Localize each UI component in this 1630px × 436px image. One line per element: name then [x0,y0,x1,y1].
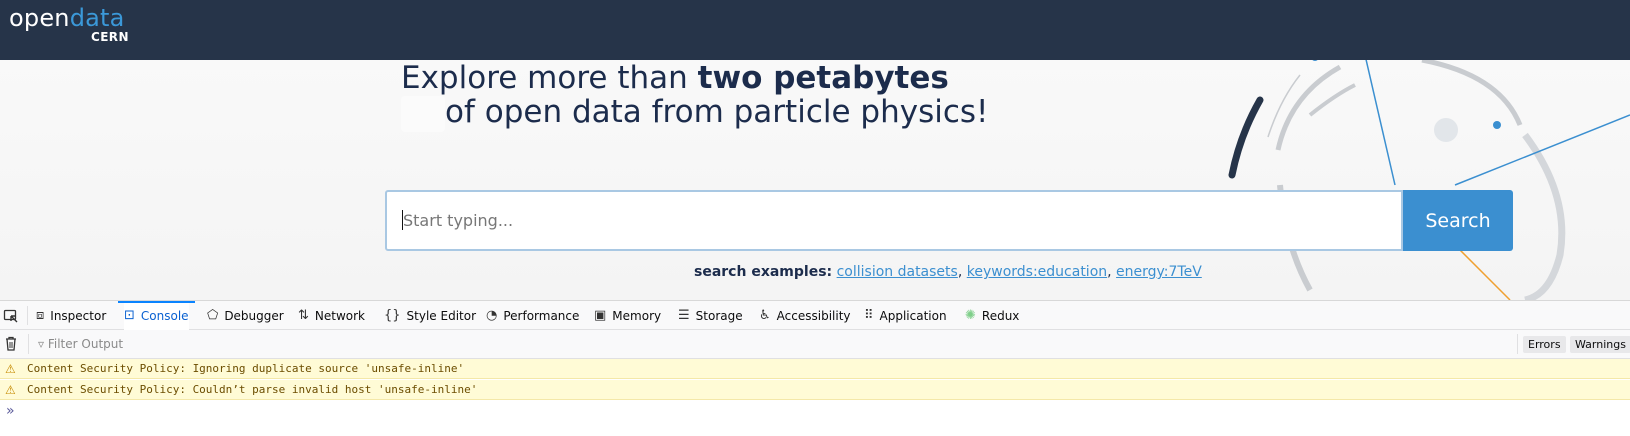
opendata-logo[interactable]: opendata CERN [9,4,128,44]
tab-memory[interactable]: ▣ Memory [594,301,661,330]
filter-icon: ▿ [38,337,45,351]
warning-icon: ⚠ [5,362,16,376]
logo-sub-cern: CERN [91,30,129,44]
tab-network[interactable]: ⇅ Network [298,301,365,330]
hero-heading-line1: Explore more than two petabytes [401,60,949,96]
performance-icon: ◔ [486,308,498,323]
site-header: opendata CERN [0,0,1630,60]
logo-word-open: open [9,4,70,32]
toolbar-divider [1517,334,1518,354]
hero-chip [401,96,445,132]
tab-label: Storage [695,308,743,323]
text-caret [402,210,403,230]
tab-divider [27,306,28,325]
clear-console-button[interactable] [4,336,18,355]
inspector-icon: ⧈ [36,308,45,323]
tab-style-editor[interactable]: {} Style Editor [384,301,476,330]
warning-icon: ⚠ [5,383,16,397]
console-message[interactable]: ⚠ Content Security Policy: Couldn’t pars… [0,380,1630,400]
storage-icon: ☰ [678,308,690,323]
tab-label: Application [879,308,947,323]
filter-errors-button[interactable]: Errors [1523,336,1566,353]
tab-accessibility[interactable]: ♿ Accessibility [759,301,851,330]
tab-debugger[interactable]: ⬠ Debugger [207,301,284,330]
devtools-panel: ⧈ Inspector ⊡ Console ⬠ Debugger ⇅ Network {… [0,300,1630,436]
example-link-keywords-education[interactable]: keywords:education [967,264,1107,280]
tab-redux[interactable]: ✺ Redux [965,301,1019,330]
tab-console[interactable]: ⊡ Console [118,301,195,330]
console-message-text: Content Security Policy: Couldn’t parse … [27,383,478,396]
tab-performance[interactable]: ◔ Performance [486,301,579,330]
hero-section: Explore more than two petabytes of open … [0,60,1630,300]
toolbar-divider [28,334,29,354]
memory-icon: ▣ [594,308,607,323]
console-message-text: Content Security Policy: Ignoring duplic… [27,362,465,375]
network-icon: ⇅ [298,308,309,323]
search-button[interactable]: Search [1403,190,1513,251]
filter-placeholder: Filter Output [47,337,124,351]
detector-decoration-icon [1228,60,1630,300]
tab-storage[interactable]: ☰ Storage [678,301,743,330]
example-link-collision-datasets[interactable]: collision datasets [837,264,958,280]
element-picker-icon [3,309,18,322]
tab-label: Memory [612,308,662,323]
tab-label: Accessibility [776,308,851,323]
tab-label: Performance [503,308,580,323]
filter-output-input[interactable]: ▿ Filter Output [38,337,123,351]
tab-application[interactable]: ⠿ Application [864,301,947,330]
hero-heading-bold: two petabytes [697,60,949,96]
search-examples-label: search examples: [694,264,833,280]
style-editor-icon: {} [384,308,401,323]
trash-icon [6,336,16,351]
tab-label: Redux [981,308,1020,323]
tab-label: Style Editor [406,308,477,323]
devtools-tabbar: ⧈ Inspector ⊡ Console ⬠ Debugger ⇅ Network {… [0,301,1630,330]
redux-icon: ✺ [965,308,976,323]
element-picker-button[interactable] [3,301,19,330]
accessibility-icon: ♿ [759,308,771,323]
filter-warnings-button[interactable]: Warnings [1570,336,1630,353]
example-link-energy-7tev[interactable]: energy:7TeV [1116,264,1202,280]
application-icon: ⠿ [864,308,874,323]
tab-inspector[interactable]: ⧈ Inspector [36,301,106,330]
tab-label: Debugger [224,308,284,323]
console-icon: ⊡ [124,308,135,323]
console-message[interactable]: ⚠ Content Security Policy: Ignoring dupl… [0,359,1630,379]
separator: , [957,264,967,280]
tab-label: Console [140,308,189,323]
debugger-icon: ⬠ [207,308,219,323]
tab-label: Inspector [50,308,107,323]
search-input[interactable] [385,190,1403,251]
chevron-right-icon: » [6,403,15,419]
console-input-prompt[interactable]: » [6,403,15,419]
console-toolbar: ▿ Filter Output Errors Warnings [0,330,1630,359]
logo-word-data: data [69,4,125,32]
search-examples: search examples: collision datasets, key… [694,264,1202,280]
hero-heading-prefix: Explore more than [401,60,698,96]
separator: , [1107,264,1117,280]
hero-heading-line2: of open data from particle physics! [445,94,989,130]
tab-label: Network [314,308,366,323]
